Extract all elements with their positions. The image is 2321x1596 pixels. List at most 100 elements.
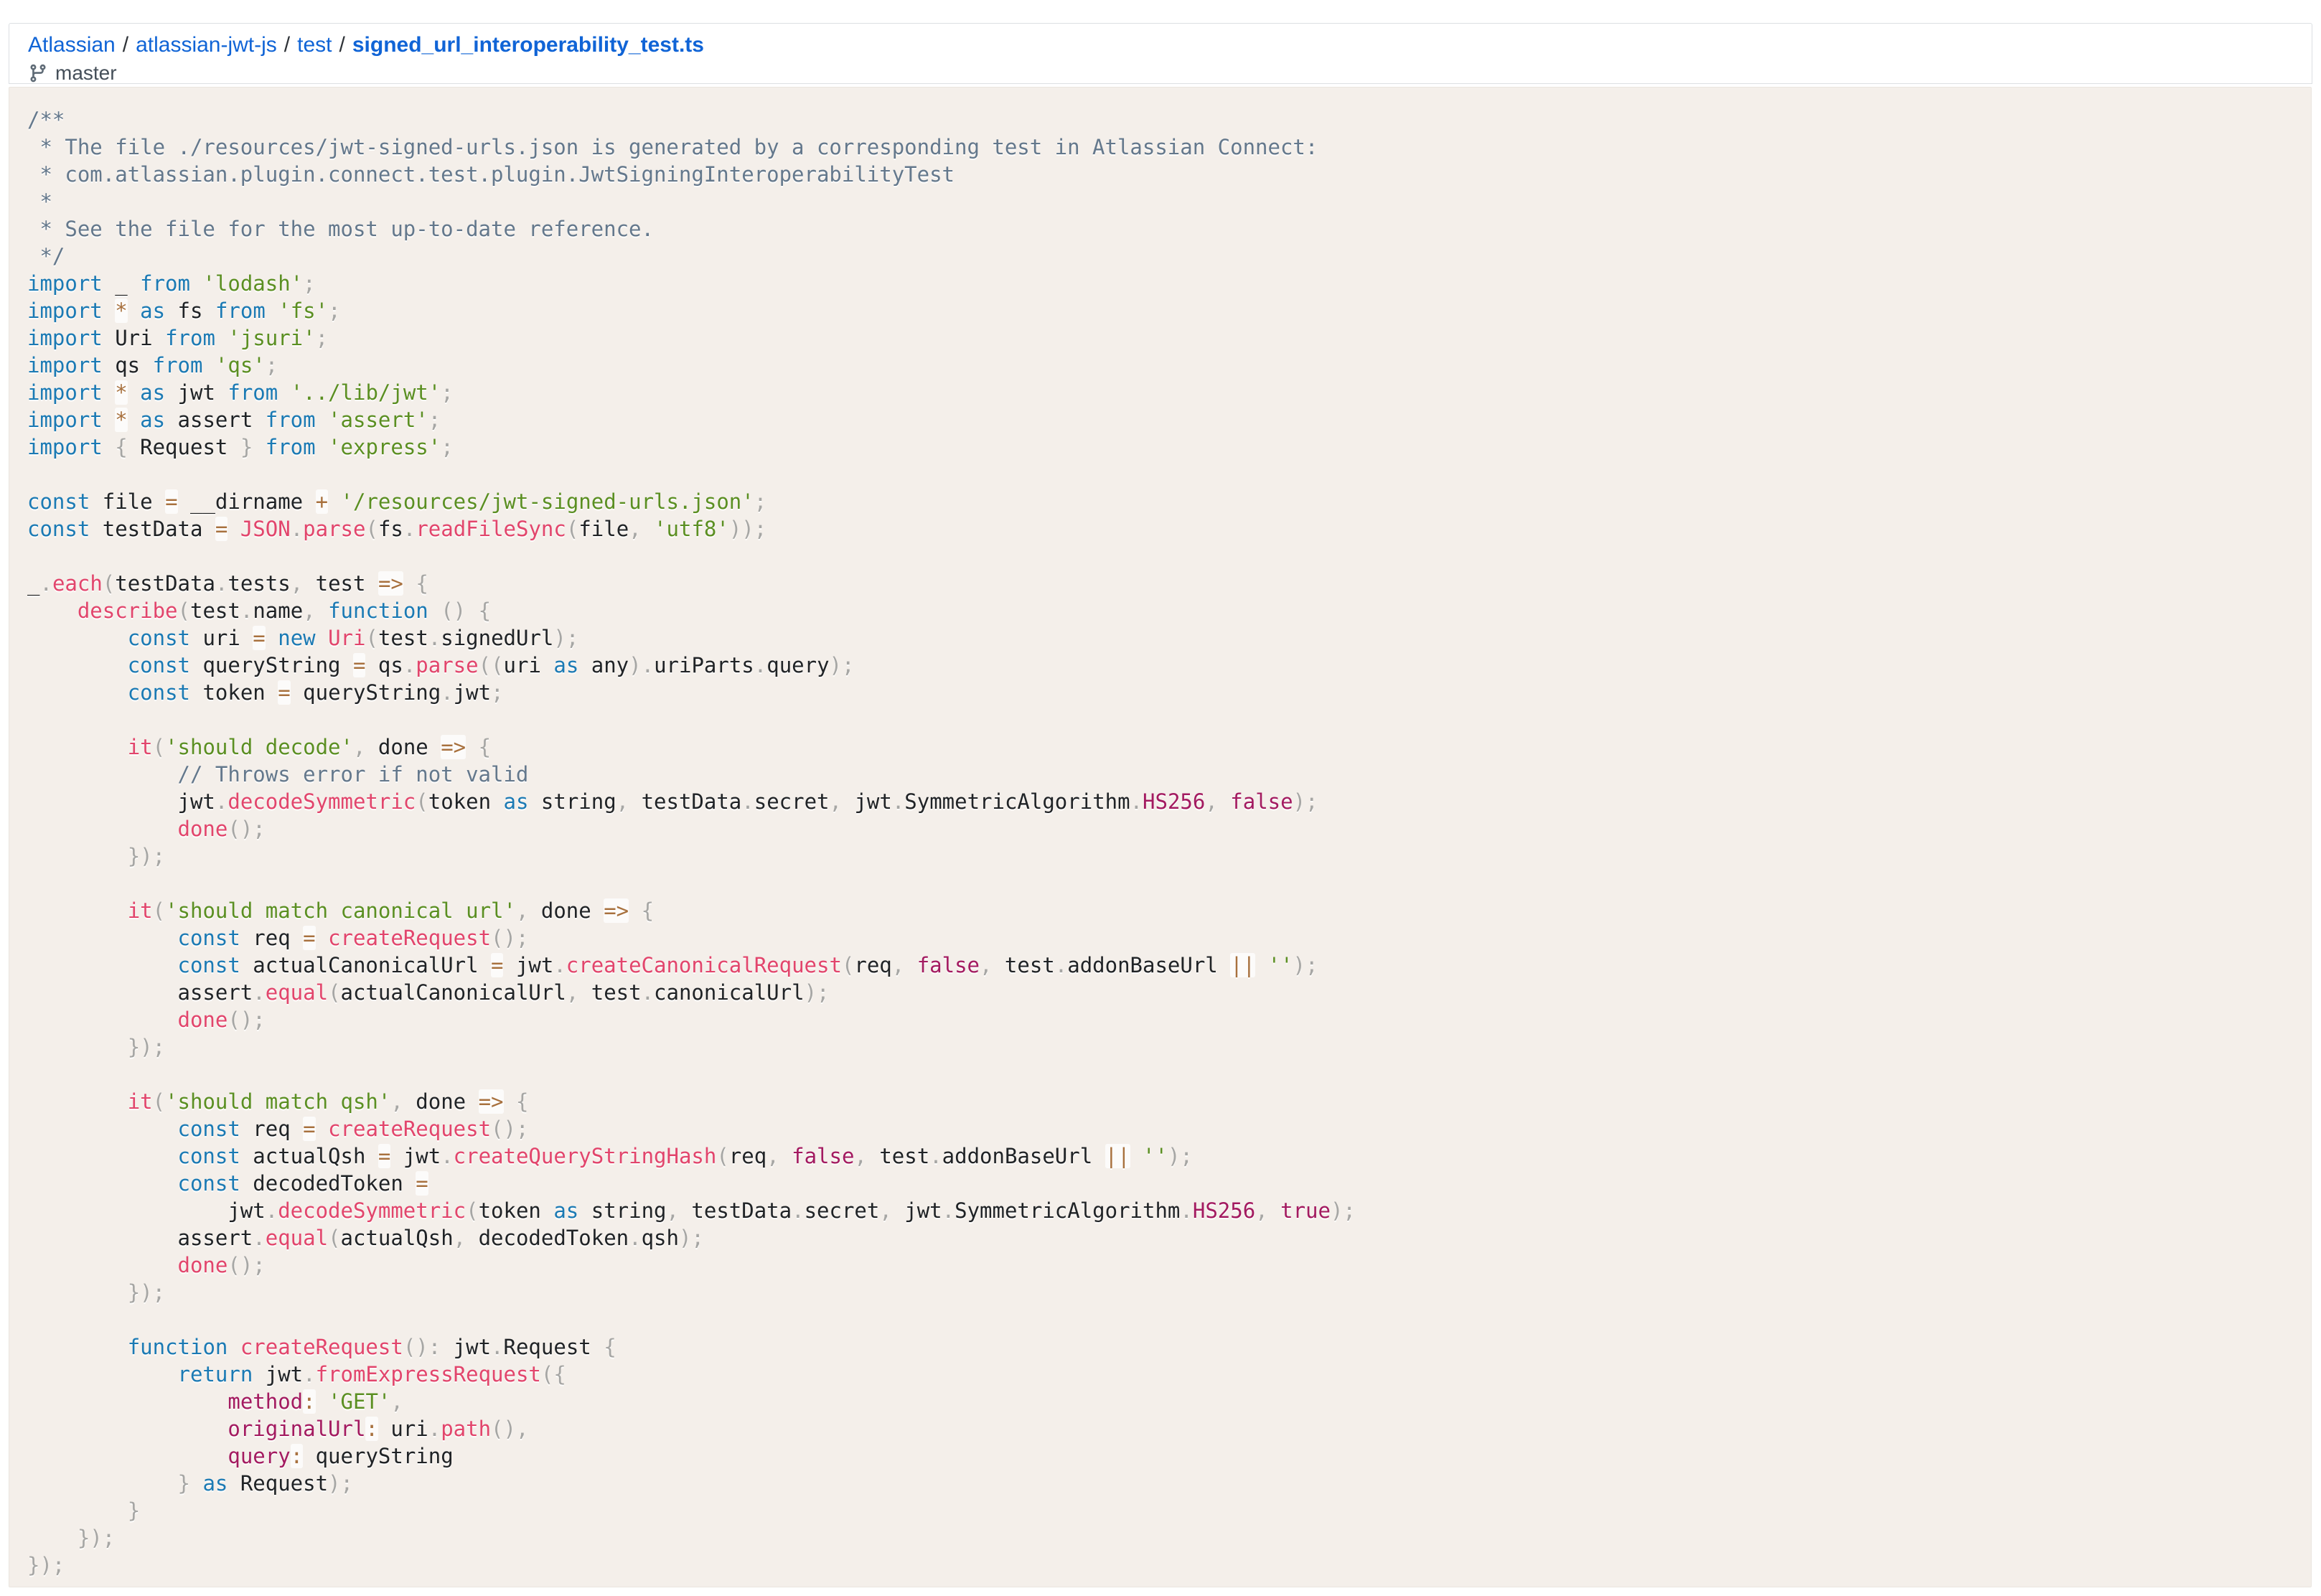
code-token — [27, 1280, 128, 1305]
code-token: ( — [566, 517, 578, 541]
code-token: any — [591, 653, 629, 677]
code-token: test — [879, 1144, 929, 1168]
code-token: } — [128, 1498, 140, 1523]
code-token: ); — [328, 1471, 353, 1496]
code-token: * The file ./resources/jwt-signed-urls.j… — [27, 135, 1318, 159]
code-token: (); — [228, 817, 265, 841]
code-token: ); — [1293, 789, 1318, 814]
code-line: query: queryString — [27, 1442, 2304, 1470]
code-token: createRequest — [328, 926, 491, 950]
breadcrumb-current-file[interactable]: signed_url_interoperability_test.ts — [352, 33, 704, 57]
code-token: string — [541, 789, 616, 814]
code-token: const — [128, 680, 203, 705]
code-token: equal — [266, 1226, 328, 1250]
code-token: ; — [491, 680, 503, 705]
code-token: , — [667, 1198, 692, 1223]
code-line: }); — [27, 1524, 2304, 1552]
code-token: ); — [1331, 1198, 1356, 1223]
code-token: } — [178, 1471, 203, 1496]
code-token: createCanonicalRequest — [566, 953, 842, 977]
code-token: parse — [416, 653, 478, 677]
code-token: query — [766, 653, 829, 677]
code-token: ; — [441, 435, 453, 459]
code-token: _ — [115, 271, 140, 296]
code-line: }); — [27, 1279, 2304, 1306]
code-token: . — [215, 571, 228, 596]
code-token: 'should decode' — [165, 735, 353, 759]
code-token: function — [128, 1335, 240, 1359]
code-line: import qs from 'qs'; — [27, 352, 2304, 379]
code-token: testData — [103, 517, 215, 541]
code-token: test — [316, 571, 378, 596]
code-token — [27, 817, 178, 841]
code-token: SymmetricAlgorithm — [955, 1198, 1180, 1223]
code-token: as — [202, 1471, 240, 1496]
code-token — [328, 489, 340, 514]
code-token — [27, 1144, 178, 1168]
code-token: jwt — [178, 380, 228, 405]
code-token: } — [240, 435, 266, 459]
code-line: } — [27, 1497, 2304, 1524]
code-token — [27, 1389, 228, 1414]
code-token — [228, 517, 240, 541]
code-line: return jwt.fromExpressRequest({ — [27, 1361, 2304, 1388]
code-token: , — [566, 980, 591, 1005]
code-token: fs — [178, 299, 215, 323]
code-token: * — [27, 189, 52, 214]
code-token: 'GET' — [328, 1389, 390, 1414]
code-token: HS256 — [1193, 1198, 1255, 1223]
code-token — [316, 1389, 328, 1414]
code-token — [403, 571, 416, 596]
source-code: /** * The file ./resources/jwt-signed-ur… — [27, 106, 2304, 1579]
code-token: , — [616, 789, 642, 814]
code-token: ; — [316, 326, 328, 350]
code-token: . — [303, 1362, 315, 1386]
file-source-panel: /** * The file ./resources/jwt-signed-ur… — [9, 87, 2312, 1587]
code-token: as — [140, 408, 177, 432]
code-token: queryString — [291, 680, 441, 705]
code-token — [27, 1526, 78, 1550]
code-line: * See the file for the most up-to-date r… — [27, 215, 2304, 243]
code-token: }); — [78, 1526, 115, 1550]
code-line: method: 'GET', — [27, 1388, 2304, 1415]
code-line: const testData = JSON.parse(fs.readFileS… — [27, 515, 2304, 543]
branch-name[interactable]: master — [55, 62, 117, 85]
code-token: ( — [466, 1198, 478, 1223]
code-token — [27, 1362, 178, 1386]
code-token: , — [454, 1226, 479, 1250]
code-token: . — [1180, 1198, 1192, 1223]
code-token: ( — [716, 1144, 728, 1168]
code-token: assert — [27, 1226, 253, 1250]
code-token: (); — [228, 1253, 265, 1277]
code-token: ; — [266, 353, 278, 377]
code-token — [27, 735, 128, 759]
code-token: Request — [240, 1471, 328, 1496]
breadcrumb-link[interactable]: Atlassian — [28, 33, 116, 57]
breadcrumb-link[interactable]: test — [297, 33, 332, 57]
code-line: it('should match qsh', done => { — [27, 1088, 2304, 1115]
code-token: , — [516, 898, 541, 923]
code-token: assert — [27, 980, 253, 1005]
code-token: ( — [328, 1226, 340, 1250]
code-token: equal — [266, 980, 328, 1005]
code-token: assert — [178, 408, 266, 432]
code-token: each — [52, 571, 103, 596]
breadcrumb-link[interactable]: atlassian-jwt-js — [136, 33, 277, 57]
code-token — [266, 626, 278, 650]
code-token: test — [1005, 953, 1055, 977]
breadcrumb-separator: / — [339, 33, 345, 57]
code-line: assert.equal(actualCanonicalUrl, test.ca… — [27, 979, 2304, 1006]
code-token: . — [215, 789, 228, 814]
code-line: const token = queryString.jwt; — [27, 679, 2304, 706]
code-token: addonBaseUrl — [1067, 953, 1230, 977]
code-line: // Throws error if not valid — [27, 761, 2304, 788]
code-token — [27, 1008, 178, 1032]
code-token: req — [729, 1144, 766, 1168]
code-token: signedUrl — [441, 626, 553, 650]
branch-indicator[interactable]: master — [28, 61, 2293, 85]
code-token: ); — [553, 626, 578, 650]
code-token: import — [27, 435, 115, 459]
code-token: , — [980, 953, 1005, 977]
code-token: __dirname — [178, 489, 316, 514]
code-token: 'qs' — [215, 353, 266, 377]
